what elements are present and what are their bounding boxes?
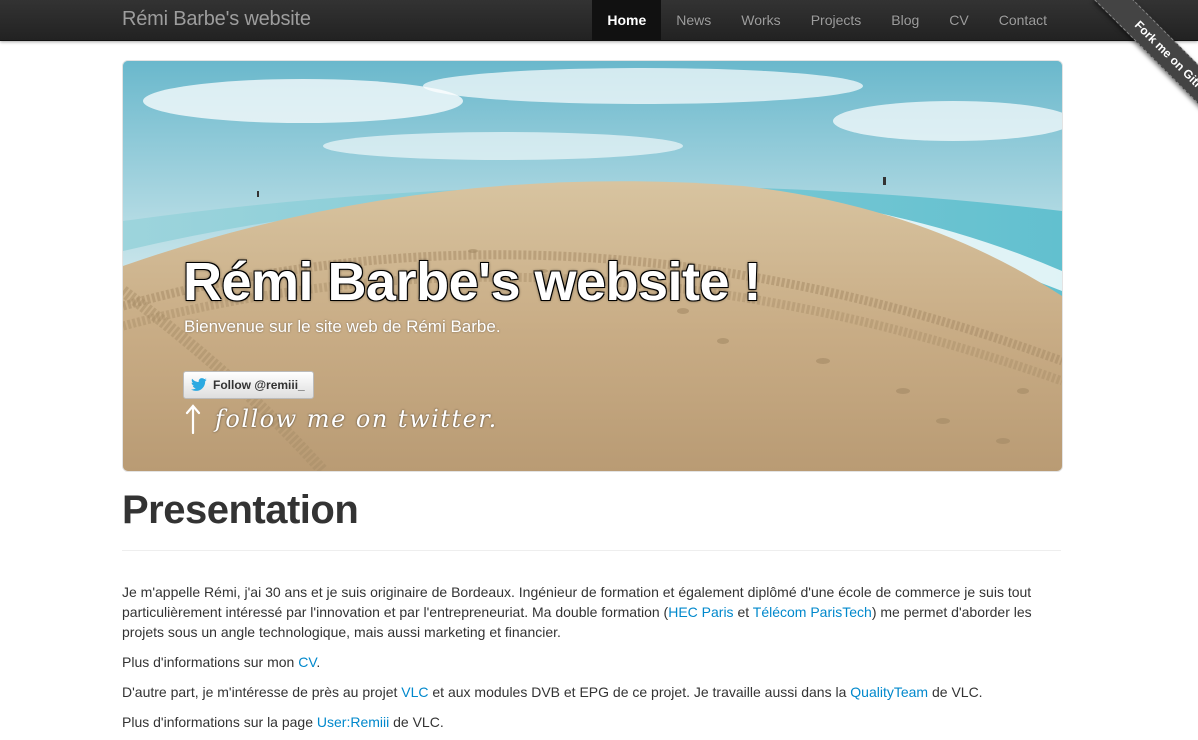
user-remiii-link[interactable]: User:Remiii bbox=[317, 714, 389, 730]
presentation-heading: Presentation bbox=[122, 488, 359, 532]
intro-text-2: et bbox=[733, 604, 753, 620]
nav-news[interactable]: News bbox=[661, 0, 726, 40]
heading-divider bbox=[122, 550, 1061, 551]
qualityteam-link[interactable]: QualityTeam bbox=[850, 684, 928, 700]
navbar: Rémi Barbe's website Home News Works Pro… bbox=[0, 0, 1198, 41]
main-nav: Home News Works Projects Blog CV Contact bbox=[592, 0, 1062, 40]
vlc-paragraph: D'autre part, je m'intéresse de près au … bbox=[122, 682, 1062, 702]
nav-projects[interactable]: Projects bbox=[796, 0, 877, 40]
nav-contact[interactable]: Contact bbox=[984, 0, 1062, 40]
follow-note: follow me on twitter. bbox=[215, 405, 498, 433]
vlc-link[interactable]: VLC bbox=[401, 684, 428, 700]
telecom-paristech-link[interactable]: Télécom ParisTech bbox=[753, 604, 872, 620]
vlc-text-3: de VLC. bbox=[928, 684, 983, 700]
vlc-text-1: D'autre part, je m'intéresse de près au … bbox=[122, 684, 402, 700]
user-page-text-end: de VLC. bbox=[389, 714, 444, 730]
intro-paragraph: Je m'appelle Rémi, j'ai 30 ans et je sui… bbox=[122, 582, 1062, 642]
site-brand[interactable]: Rémi Barbe's website bbox=[122, 8, 311, 31]
nav-works[interactable]: Works bbox=[726, 0, 795, 40]
twitter-follow-button[interactable]: Follow @remiii_ bbox=[183, 371, 314, 399]
cv-paragraph: Plus d'informations sur mon CV. bbox=[122, 652, 1062, 672]
twitter-bird-icon bbox=[191, 378, 207, 391]
hero-subtitle: Bienvenue sur le site web de Rémi Barbe. bbox=[184, 317, 501, 336]
fork-ribbon-container: Fork me on GitHub bbox=[1058, 0, 1198, 140]
cv-text-end: . bbox=[316, 654, 321, 670]
follow-button-label: Follow @remiii_ bbox=[213, 378, 305, 392]
arrow-up-icon bbox=[185, 404, 201, 434]
user-page-text: Plus d'informations sur la page bbox=[122, 714, 317, 730]
cv-text: Plus d'informations sur mon bbox=[122, 654, 299, 670]
hec-paris-link[interactable]: HEC Paris bbox=[668, 604, 733, 620]
cv-link[interactable]: CV bbox=[298, 654, 316, 670]
fork-me-ribbon[interactable]: Fork me on GitHub bbox=[1094, 0, 1198, 140]
user-page-paragraph: Plus d'informations sur la page User:Rem… bbox=[122, 712, 1062, 732]
nav-cv[interactable]: CV bbox=[934, 0, 983, 40]
hero-title: Rémi Barbe's website ! bbox=[183, 252, 762, 312]
vlc-text-2: et aux modules DVB et EPG de ce projet. … bbox=[428, 684, 851, 700]
nav-home[interactable]: Home bbox=[592, 0, 662, 40]
hero-banner: Rémi Barbe's website ! Bienvenue sur le … bbox=[122, 60, 1063, 472]
nav-blog[interactable]: Blog bbox=[876, 0, 934, 40]
